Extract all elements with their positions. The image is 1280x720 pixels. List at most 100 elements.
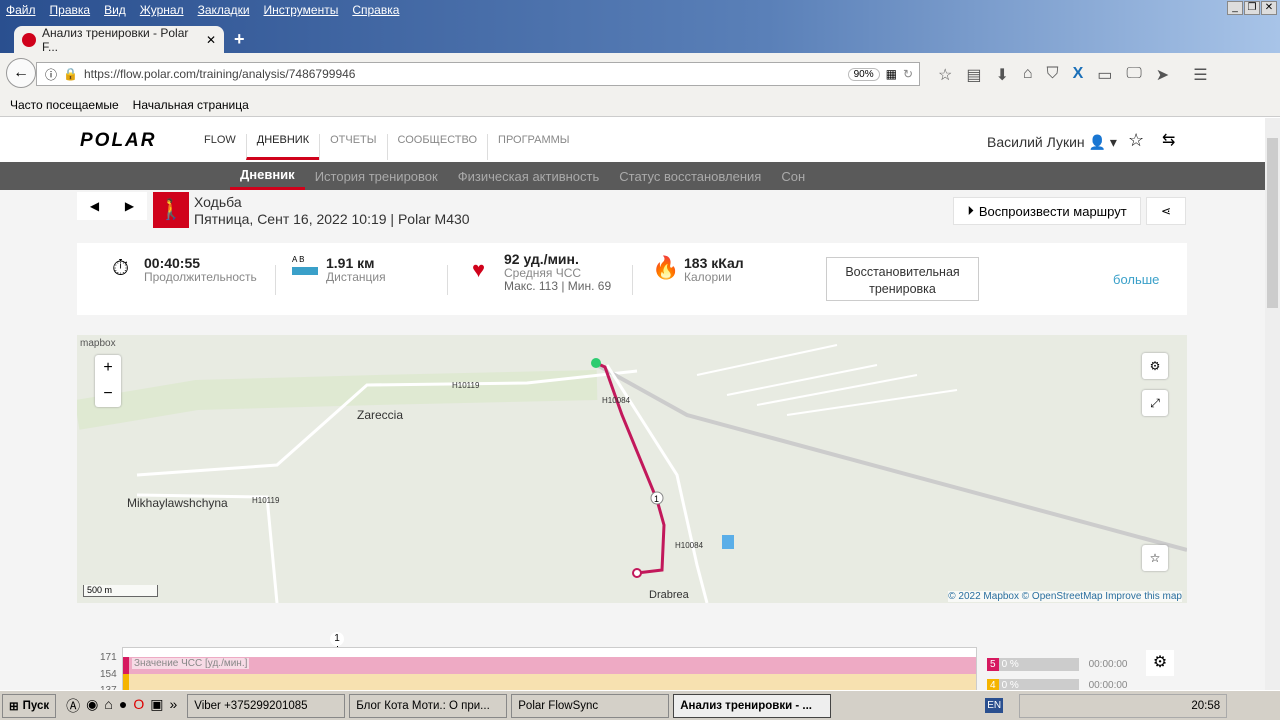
chrome-icon[interactable]: ◉ [86,696,98,716]
subnav-diary[interactable]: Дневник [230,162,305,190]
hamburger-menu-icon[interactable]: ☰ [1193,65,1207,85]
calories-value: 183 кКал [684,255,744,271]
series-label: Значение ЧСС [уд./мин.] [132,658,250,669]
training-benefit-button[interactable]: Восстановительная тренировка [826,257,979,301]
url-text[interactable]: https://flow.polar.com/training/analysis… [84,67,842,81]
zoom-controls: + − [95,355,121,407]
replay-route-button[interactable]: ⏵ Воспроизвести маршрут [953,197,1141,225]
flame-icon: 🔥 [652,255,680,280]
map-attribution[interactable]: © 2022 Mapbox © OpenStreetMap Improve th… [948,591,1182,602]
taskbar-flowsync[interactable]: Polar FlowSync [511,693,670,718]
nav-programs[interactable]: ПРОГРАММЫ [487,134,580,160]
taskbar-firefox[interactable]: Анализ тренировки - ... [673,693,832,718]
sync-notification-icon[interactable]: ⇆ [1162,130,1175,150]
save-icon[interactable]: ▣ [150,696,163,716]
session-date: Пятница, Сент 16, 2022 10:19 | Polar M43… [194,211,470,227]
clock[interactable]: 20:58 [1191,700,1220,712]
url-bar[interactable]: ⓘ 🔒 https://flow.polar.com/training/anal… [36,62,920,86]
menu-view[interactable]: Вид [104,3,126,17]
polar-nav: FLOW ДНЕВНИК ОТЧЕТЫ СООБЩЕСТВО ПРОГРАММЫ [194,134,580,160]
fullscreen-icon[interactable]: ⤢ [1142,390,1168,416]
nav-reports[interactable]: ОТЧЕТЫ [319,134,386,160]
x-extension-icon[interactable]: X [1073,65,1084,85]
road-label: H10084 [602,396,631,405]
prev-session-button[interactable]: ◀ [90,199,99,213]
map-star-icon[interactable]: ☆ [1142,545,1168,571]
ab-label: A B [292,255,305,264]
restore-button[interactable]: ❐ [1244,1,1260,15]
menu-bookmarks[interactable]: Закладки [198,3,250,17]
subnav-activity[interactable]: Физическая активность [448,169,610,184]
nav-community[interactable]: СООБЩЕСТВО [386,134,488,160]
grid-icon[interactable]: ▦ [886,67,897,81]
y-tick: 171 [100,652,117,663]
subnav-recovery[interactable]: Статус восстановления [609,169,771,184]
subnav-sleep[interactable]: Сон [771,169,815,184]
walking-icon: 🚶 [153,192,189,228]
zoom-in-button[interactable]: + [95,355,121,381]
map-settings-icon[interactable]: ⚙ [1142,353,1168,379]
close-tab-icon[interactable]: ✕ [206,33,216,47]
bookmark-frequent[interactable]: Часто посещаемые [10,98,119,112]
tab-title: Анализ тренировки - Polar F... [42,25,189,54]
close-window-button[interactable]: ✕ [1261,1,1277,15]
chart-lap-marker[interactable]: 1 [330,632,344,646]
menu-tools[interactable]: Инструменты [264,3,339,17]
browser-tab[interactable]: Анализ тренировки - Polar F... ✕ [14,25,224,54]
monitor-icon[interactable]: 🖵 [1126,65,1141,85]
send-icon[interactable]: ➤ [1156,65,1169,85]
firefox-icon[interactable]: ● [119,696,127,716]
route-map[interactable]: 1 Zareccia Mikhaylawshchyna H10119 H1011… [77,335,1187,603]
reading-list-icon[interactable]: ▤ [966,65,981,85]
nav-diary[interactable]: ДНЕВНИК [245,134,320,160]
favorites-star-icon[interactable]: ☆ [1128,130,1144,151]
duration-value: 00:40:55 [144,255,201,271]
zoom-indicator[interactable]: 90% [847,67,880,81]
new-tab-button[interactable]: + [234,29,245,50]
subnav-history[interactable]: История тренировок [305,169,448,184]
summary-panel: ⏱ 00:40:55 Продолжительность A B 1.91 км Д… [77,243,1187,315]
page-scrollbar[interactable] [1265,118,1280,690]
download-icon[interactable]: ⬇ [995,65,1008,85]
reload-icon[interactable]: ↻ [903,67,919,81]
more-link[interactable]: больше [1113,272,1159,287]
taskbar-viber[interactable]: Viber +375299201085 [187,693,346,718]
end-marker[interactable] [632,568,642,578]
scale-bar: 500 m [83,585,158,597]
nav-flow[interactable]: FLOW [194,134,246,160]
lap-marker-label: 1 [654,494,659,504]
home-icon[interactable]: ⌂ [1023,65,1033,85]
menu-file[interactable]: Файл [6,3,36,17]
bookmark-start-page[interactable]: Начальная страница [133,98,249,112]
chart-settings-icon[interactable]: ⚙ [1146,650,1174,676]
app-icon[interactable]: ⌂ [104,696,112,716]
flag-icon[interactable]: ▭ [1097,65,1112,85]
menu-edit[interactable]: Правка [50,3,91,17]
share-icon: ⋖ [1160,204,1172,218]
bookmark-star-icon[interactable]: ☆ [938,65,952,85]
mapbox-logo[interactable]: mapbox [80,338,116,349]
pocket-icon[interactable]: ⛉ [1047,65,1059,85]
user-menu[interactable]: Василий Лукин 👤 ▾ [987,134,1117,151]
distance-stat: A B 1.91 км Дистанция [292,255,386,284]
back-button[interactable]: ← [6,58,36,88]
start-button[interactable]: ⊞ Пуск [2,693,57,718]
polar-logo[interactable]: POLAR [80,130,157,152]
menu-history[interactable]: Журнал [140,3,184,17]
info-icon[interactable]: ⓘ [45,66,57,83]
system-tray: 20:58 [1019,693,1228,718]
zone4-band [123,674,976,690]
start-marker[interactable] [591,358,601,368]
share-button[interactable]: ⋖ [1146,197,1186,225]
minimize-button[interactable]: _ [1227,1,1243,15]
more-icon[interactable]: » [169,696,177,716]
language-indicator[interactable]: EN [985,698,1004,713]
sport-name: Ходьба [194,194,242,210]
app-icon[interactable]: Ⓐ [66,696,80,716]
heart-icon: ♥ [472,257,486,282]
taskbar-opera[interactable]: Блог Кота Моти.: О при... [349,693,508,718]
menu-help[interactable]: Справка [352,3,399,17]
zoom-out-button[interactable]: − [95,381,121,407]
next-session-button[interactable]: ▶ [125,199,134,213]
opera-icon[interactable]: O [133,696,144,716]
